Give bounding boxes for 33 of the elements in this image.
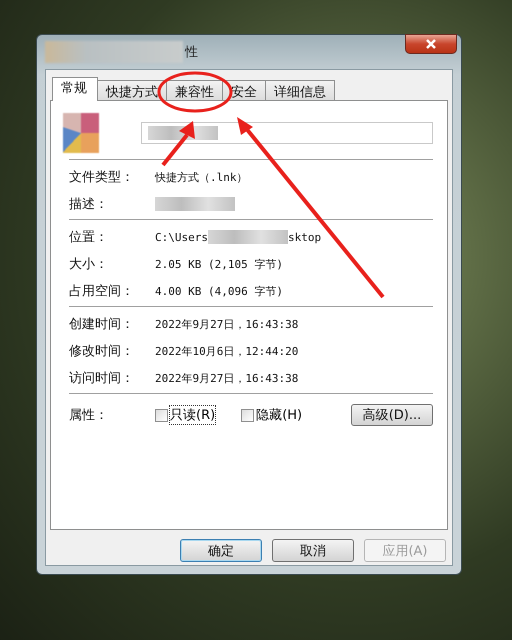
blurred-file-icon xyxy=(63,113,99,153)
name-field[interactable] xyxy=(141,122,433,144)
property-label: 文件类型： xyxy=(69,169,135,186)
property-label: 创建时间： xyxy=(69,316,135,333)
property-label: 占用空间： xyxy=(69,283,135,300)
property-value: 2022年9月27日，16:43:38 xyxy=(155,316,298,332)
property-value: C:\Users xyxy=(155,230,208,244)
property-label: 修改时间： xyxy=(69,343,135,360)
property-value: 2022年10月6日，12:44:20 xyxy=(155,344,298,358)
property-label: 大小： xyxy=(69,256,109,273)
close-button[interactable] xyxy=(405,34,457,54)
tab[interactable]: 详细信息 xyxy=(265,80,335,100)
checkbox[interactable] xyxy=(241,408,254,422)
property-label: 描述： xyxy=(69,196,109,213)
property-value: 快捷方式（.lnk） xyxy=(155,170,248,184)
tab[interactable]: 快捷方式 xyxy=(97,80,167,100)
property-label: 访问时间： xyxy=(69,370,135,387)
property-value: 2022年9月27日，16:43:38 xyxy=(155,370,298,386)
property-label: 属性： xyxy=(69,407,109,424)
checkbox-label: 隐藏(H) xyxy=(256,407,302,424)
dialog-button[interactable]: 取消 xyxy=(272,539,354,562)
advanced-button[interactable]: 高级(D)... xyxy=(351,404,433,426)
property-value: 4.00 KB (4,096 字节) xyxy=(155,284,283,298)
window-title: 性 xyxy=(185,44,198,61)
property-value: sktop xyxy=(288,230,322,244)
property-label: 位置： xyxy=(69,229,109,246)
dialog-button[interactable]: 确定 xyxy=(180,539,262,562)
tab[interactable]: 兼容性 xyxy=(166,80,223,100)
checkbox-label: 只读(R) xyxy=(170,406,216,424)
tab[interactable]: 常规 xyxy=(52,77,98,101)
close-icon xyxy=(425,39,437,49)
checkbox[interactable] xyxy=(155,408,168,422)
property-value: 2.05 KB (2,105 字节) xyxy=(155,256,283,272)
